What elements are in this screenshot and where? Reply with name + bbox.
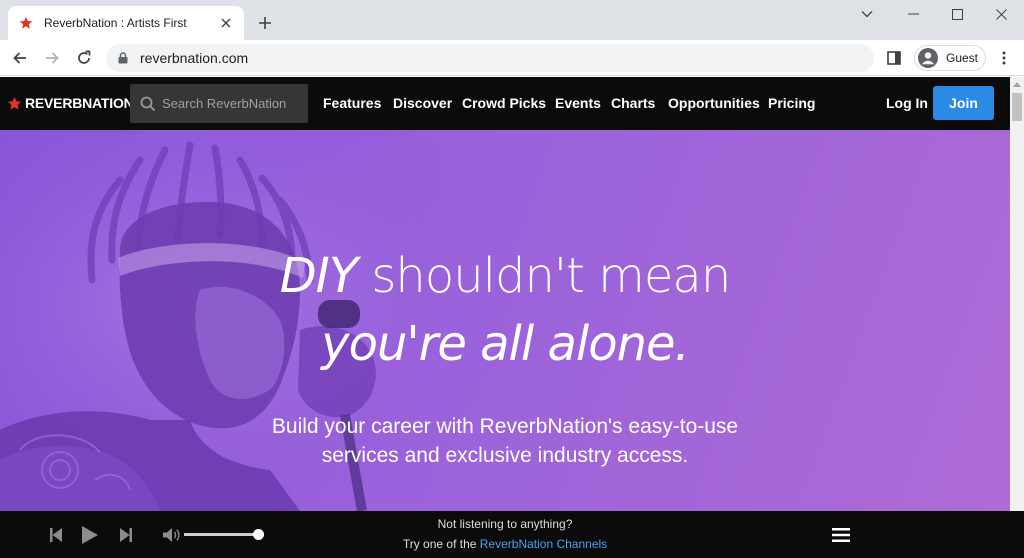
browser-toolbar: reverbnation.com Guest [0, 40, 1024, 76]
star-logo-icon [7, 96, 22, 110]
nav-discover[interactable]: Discover [393, 95, 452, 111]
hero-banner: DIY shouldn't mean you're all alone. Bui… [0, 130, 1010, 511]
scroll-up-arrow-icon[interactable] [1010, 77, 1024, 91]
join-button[interactable]: Join [933, 86, 994, 120]
reverbnation-logo[interactable]: REVERBNATION ™ [7, 95, 141, 111]
reverbnation-channels-link[interactable]: ReverbNation Channels [480, 537, 607, 551]
menu-hamburger-icon[interactable] [832, 527, 850, 543]
login-link[interactable]: Log In [886, 95, 928, 111]
search-input[interactable] [162, 96, 302, 111]
hero-headline-line1: DIY shouldn't mean [0, 248, 1010, 304]
nav-features[interactable]: Features [323, 95, 381, 111]
address-bar[interactable]: reverbnation.com [106, 44, 874, 72]
profile-button[interactable]: Guest [914, 45, 986, 71]
close-tab-icon[interactable] [218, 15, 234, 31]
logo-text: REVERBNATION [25, 95, 134, 111]
guest-avatar-icon [918, 48, 938, 68]
search-icon [140, 96, 156, 111]
nav-crowd-picks[interactable]: Crowd Picks [462, 95, 546, 111]
hero-headline-line2: you're all alone. [321, 316, 690, 372]
star-favicon-icon [18, 15, 34, 31]
hero-subtitle-line1: Build your career with ReverbNation's ea… [271, 415, 739, 438]
reload-icon[interactable] [70, 44, 98, 72]
nav-pricing[interactable]: Pricing [768, 95, 815, 111]
scroll-thumb[interactable] [1012, 93, 1022, 121]
hero-headline-rest: shouldn't mean [357, 248, 731, 304]
hero-headline-emphasis: DIY [279, 248, 358, 304]
new-tab-plus-icon[interactable] [254, 12, 276, 34]
back-arrow-icon[interactable] [6, 44, 34, 72]
tab-search-chevron-icon[interactable] [844, 0, 890, 28]
minimize-window-icon[interactable] [890, 0, 936, 28]
tab-title: ReverbNation : Artists First [44, 16, 187, 30]
url-text: reverbnation.com [140, 50, 249, 66]
nav-charts[interactable]: Charts [611, 95, 655, 111]
site-header: REVERBNATION ™ Features Discover Crowd P… [0, 77, 1010, 130]
page-scrollbar[interactable] [1010, 77, 1024, 511]
player-cta: Try one of the ReverbNation Channels [0, 537, 1010, 551]
browser-tab-active[interactable]: ReverbNation : Artists First [8, 6, 244, 40]
player-cta-prefix: Try one of the [402, 537, 480, 551]
side-panel-icon[interactable] [884, 48, 904, 68]
player-status-text: Not listening to anything? [437, 517, 573, 531]
nav-events[interactable]: Events [555, 95, 601, 111]
browser-menu-icon[interactable] [994, 48, 1014, 68]
maximize-window-icon[interactable] [934, 0, 980, 28]
close-window-icon[interactable] [978, 0, 1024, 28]
browser-tabstrip: ReverbNation : Artists First [0, 0, 1024, 40]
music-player-bar: Not listening to anything? Try one of th… [0, 511, 1024, 558]
nav-opportunities[interactable]: Opportunities [668, 95, 760, 111]
site-search [130, 84, 308, 123]
lock-icon[interactable] [116, 51, 130, 65]
profile-name: Guest [946, 51, 979, 65]
hero-subtitle-line2: services and exclusive industry access. [321, 444, 689, 467]
forward-arrow-icon[interactable] [38, 44, 66, 72]
